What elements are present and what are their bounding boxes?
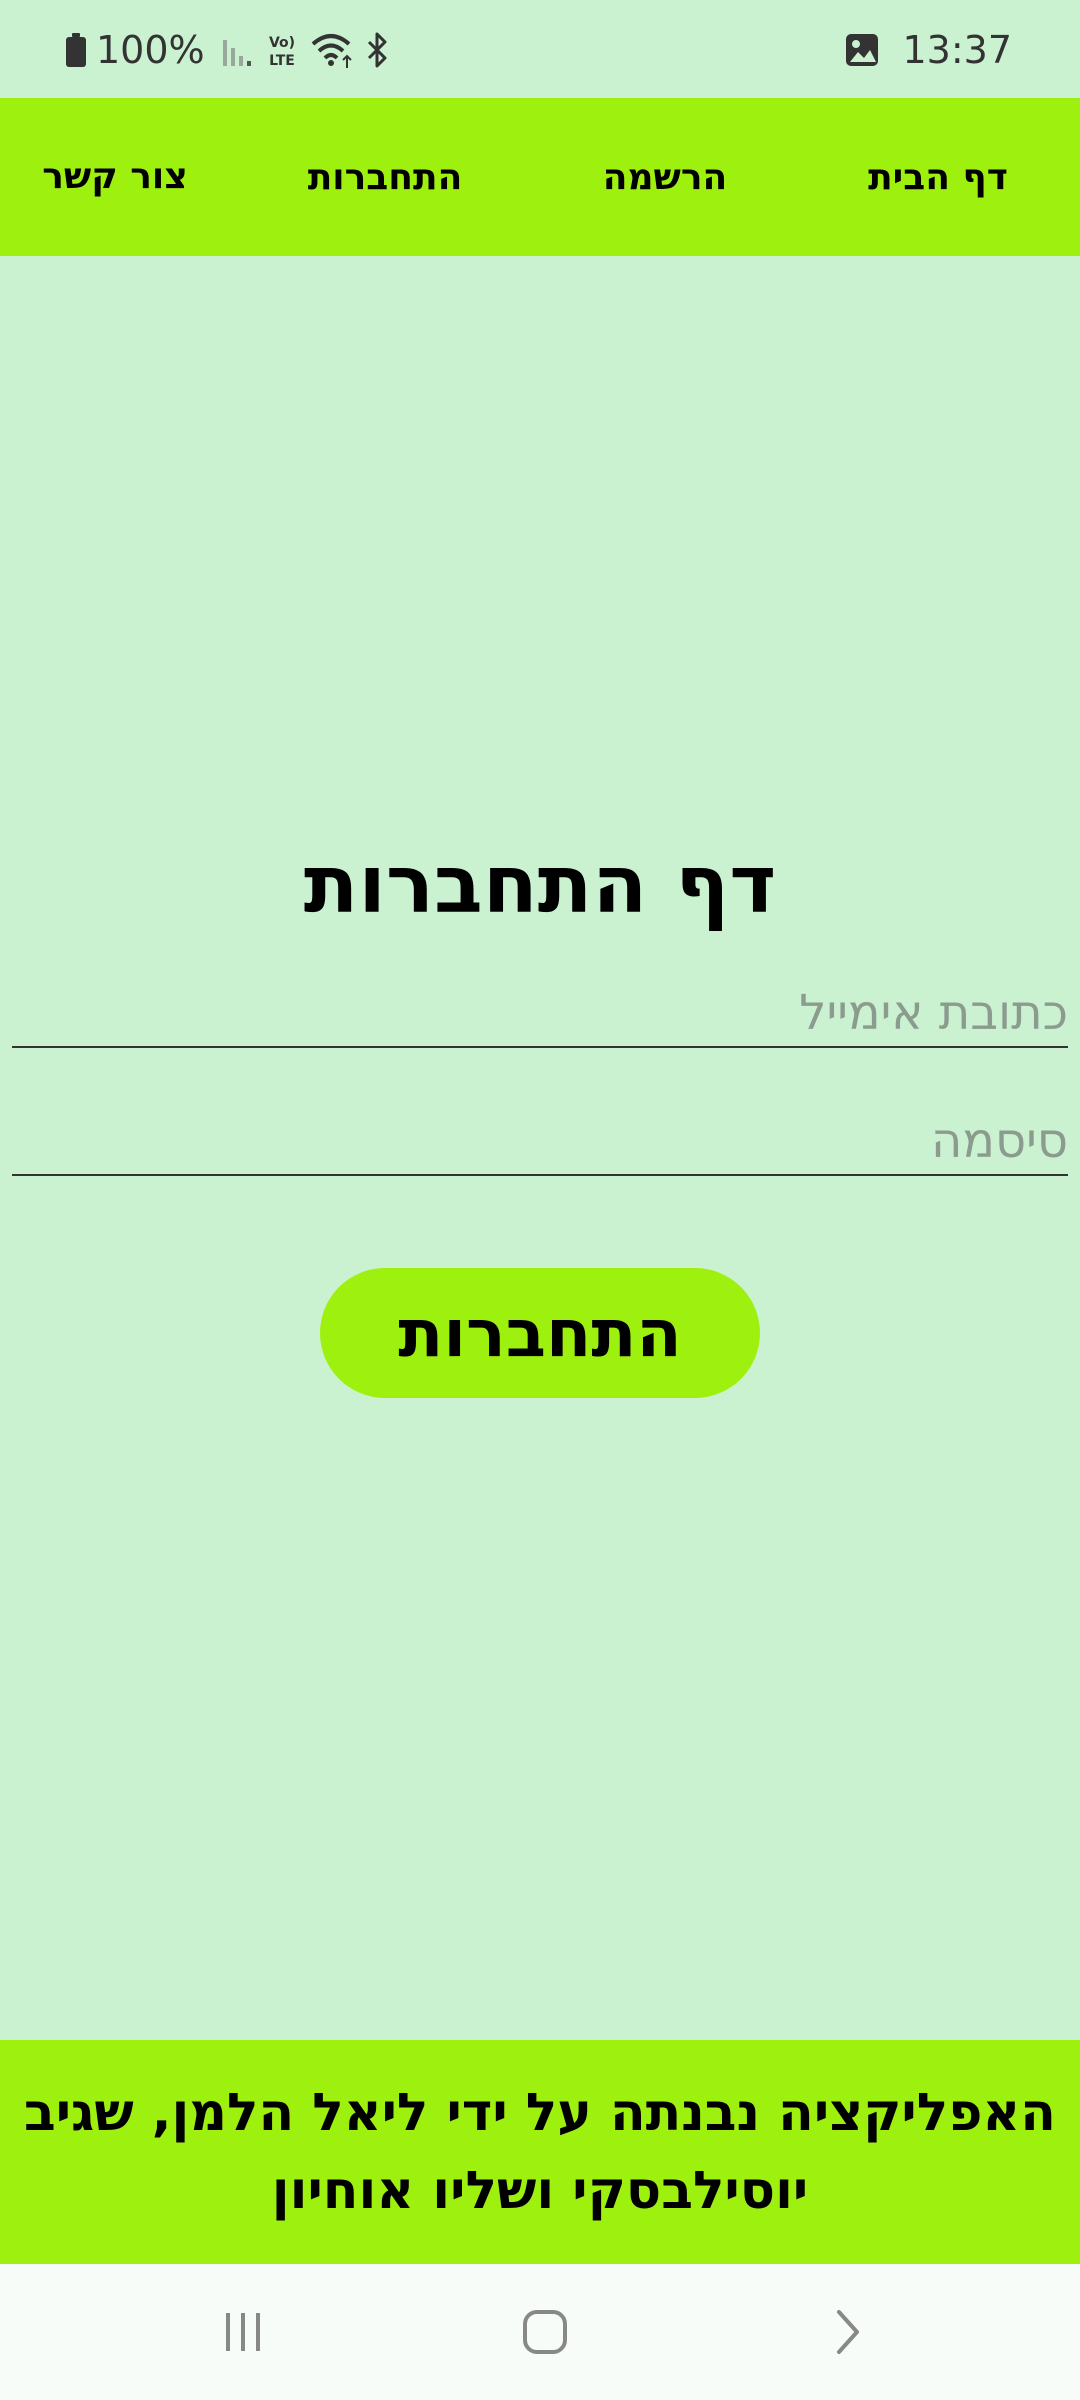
password-field[interactable]: [12, 1108, 1068, 1176]
footer: האפליקציה נבנתה על ידי ליאל הלמן, שגיב י…: [0, 2040, 1080, 2264]
nav-item-login[interactable]: התחברות: [285, 98, 485, 256]
status-right: 13:37: [844, 28, 1012, 72]
battery-icon: [66, 33, 86, 67]
battery-percentage: 100%: [96, 28, 205, 72]
wifi-icon: [309, 30, 353, 70]
gallery-notification-icon: [844, 30, 880, 70]
system-navigation-bar: [0, 2264, 1080, 2400]
back-icon[interactable]: [816, 2302, 876, 2362]
email-field[interactable]: [12, 980, 1068, 1048]
nav-item-register[interactable]: הרשמה: [565, 98, 765, 256]
svg-text:Vo): Vo): [269, 35, 295, 51]
bluetooth-icon: [363, 30, 391, 70]
nav-item-contact[interactable]: צור קשר: [40, 98, 190, 256]
clock: 13:37: [902, 28, 1012, 72]
signal-icon: [221, 30, 255, 70]
recents-icon[interactable]: [213, 2302, 273, 2362]
status-bar: 100% Vo) LTE 13:37: [0, 0, 1080, 98]
login-button[interactable]: התחברות: [320, 1268, 760, 1398]
top-navbar: דף הבית הרשמה התחברות צור קשר: [0, 98, 1080, 256]
status-left: 100% Vo) LTE: [66, 28, 391, 72]
volte-icon: Vo) LTE: [265, 30, 299, 70]
page-title: דף התחברות: [303, 838, 777, 931]
footer-credits: האפליקציה נבנתה על ידי ליאל הלמן, שגיב י…: [23, 2083, 1056, 2221]
svg-text:LTE: LTE: [269, 53, 295, 69]
home-icon[interactable]: [515, 2302, 575, 2362]
nav-item-home[interactable]: דף הבית: [838, 98, 1038, 256]
